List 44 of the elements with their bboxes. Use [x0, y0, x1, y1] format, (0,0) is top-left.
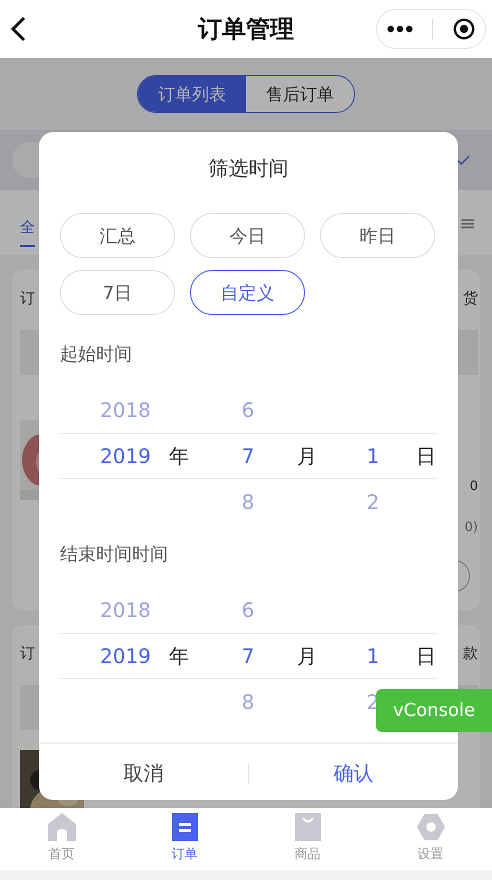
order-number: 订 [20, 643, 35, 664]
preset-chip[interactable]: 7日 [60, 270, 175, 315]
picker-label: 结束时间时间 [60, 543, 169, 567]
year-unit: 年 [168, 442, 190, 470]
month-option[interactable]: 7 [228, 644, 268, 668]
settings-icon [416, 812, 446, 842]
back-icon[interactable] [10, 16, 26, 42]
tab-item[interactable]: 首页 [22, 808, 102, 870]
month-unit: 月 [296, 642, 318, 670]
segment-tab[interactable]: 售后订单 [246, 76, 354, 112]
confirm-button[interactable]: 确认 [249, 744, 458, 802]
day-unit: 日 [415, 642, 437, 670]
cancel-button[interactable]: 取消 [39, 744, 248, 802]
tab-item[interactable]: 订单 [144, 808, 224, 870]
home-icon [46, 812, 76, 842]
filter-tab[interactable]: 全 [20, 198, 35, 247]
more-icon[interactable] [386, 25, 413, 33]
day-option[interactable]: 1 [353, 644, 393, 668]
dialog-title: 筛选时间 [208, 155, 290, 182]
price-text: 0 [470, 478, 478, 496]
tab-item[interactable]: 设置 [390, 808, 470, 870]
day-option[interactable]: 1 [353, 444, 393, 468]
year-unit: 年 [168, 642, 190, 670]
preset-chip[interactable]: 汇总 [60, 213, 175, 258]
document-icon [170, 812, 200, 842]
tab-item[interactable]: 商品 [268, 808, 348, 870]
picker-label: 起始时间 [60, 343, 133, 367]
order-status: 货 [463, 288, 478, 309]
page-title: 订单管理 [198, 14, 294, 45]
date-picker[interactable]: 2018 6 2019 年 7 月 1 日 8 2 [60, 387, 437, 525]
price-text: 0) [464, 519, 478, 537]
close-icon[interactable] [453, 18, 476, 40]
check-icon[interactable] [456, 154, 470, 166]
month-option[interactable]: 7 [228, 444, 268, 468]
preset-chip[interactable]: 昨日 [320, 213, 435, 258]
month-unit: 月 [296, 442, 318, 470]
menu-icon[interactable]: ≡ [459, 210, 476, 234]
segment-tab[interactable]: 订单列表 [138, 76, 246, 112]
preset-chip[interactable]: 自定义 [190, 270, 305, 315]
preset-chip[interactable]: 今日 [190, 213, 305, 258]
order-status: 款 [463, 643, 478, 664]
day-unit: 日 [415, 442, 437, 470]
order-number: 订 [20, 288, 35, 309]
bag-icon [292, 812, 322, 842]
